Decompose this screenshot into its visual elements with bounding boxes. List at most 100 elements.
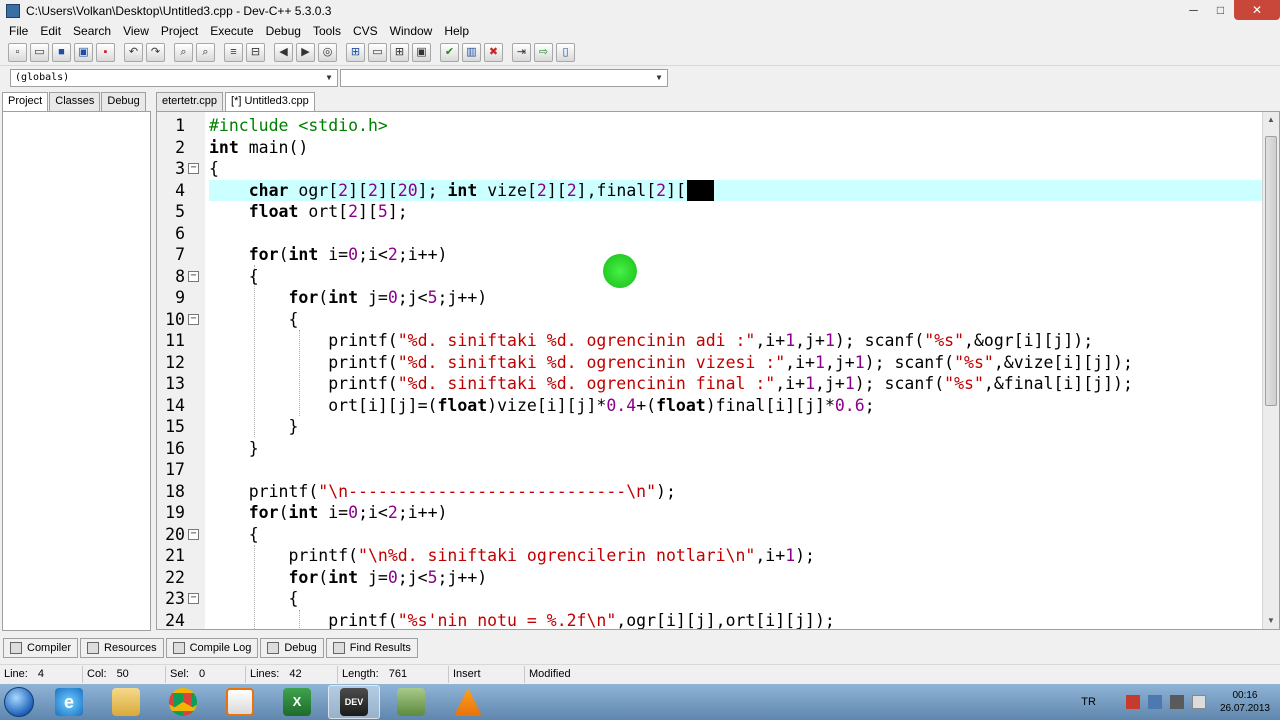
menu-edit[interactable]: Edit [34,24,67,38]
fold-toggle-icon[interactable]: − [188,593,199,604]
taskbar-camtasia[interactable] [385,685,437,719]
tab-classes[interactable]: Classes [49,92,101,111]
exit-icon[interactable]: ⇥ [512,43,531,62]
code-line[interactable]: 16 } [165,438,1262,460]
tab-untitled3[interactable]: [*] Untitled3.cpp [225,92,315,111]
code-line[interactable]: 18 printf("\n---------------------------… [165,481,1262,503]
clock[interactable]: 00:16 26.07.2013 [1220,689,1270,715]
goto-line-icon[interactable]: ≡ [224,43,243,62]
code-line[interactable]: 20− { [165,524,1262,546]
volume-icon[interactable] [1191,695,1206,709]
code-line[interactable]: 2 int main() [175,137,1262,159]
close-file-icon[interactable]: ▪ [96,43,115,62]
tab-compile-log[interactable]: Compile Log [165,638,259,658]
code-line[interactable]: 12 printf("%d. siniftaki %d. ogrencinin … [165,352,1262,374]
code-line[interactable]: 6 [175,223,1262,245]
code-line[interactable]: 15 } [165,416,1262,438]
fold-toggle-icon[interactable]: − [188,163,199,174]
code-line[interactable]: 4 char ogr[2][2][20]; int vize[2][2],fin… [175,179,1262,201]
menu-window[interactable]: Window [384,24,439,38]
save-icon[interactable]: ■ [52,43,71,62]
fold-toggle-icon[interactable]: − [188,313,199,325]
code-line[interactable]: 10− { [165,309,1262,331]
code-line[interactable]: 17 [165,459,1262,481]
taskbar-excel[interactable]: X [271,685,323,719]
flag-icon[interactable] [1147,695,1162,709]
tab-find-results[interactable]: Find Results [325,638,418,658]
project-options-icon[interactable]: ▣ [412,43,431,62]
vertical-scrollbar[interactable]: ▲ ▼ [1262,112,1279,629]
compile-icon[interactable]: ✔ [440,43,459,62]
scope-dropdown[interactable]: (globals) ▼ [10,69,338,87]
menu-search[interactable]: Search [67,24,117,38]
code-line[interactable]: 24 printf("%s'nin notu = %.2f\n",ogr[i][… [165,610,1262,630]
tab-etertetr[interactable]: etertetr.cpp [156,92,224,111]
menu-file[interactable]: File [3,24,34,38]
taskbar-ie[interactable]: e [43,685,95,719]
fold-toggle-icon[interactable]: − [188,528,199,540]
new-project-icon[interactable]: ⊞ [346,43,365,62]
scroll-up-icon[interactable]: ▲ [1263,112,1279,128]
save-all-icon[interactable]: ▣ [74,43,93,62]
maximize-button[interactable]: □ [1207,0,1234,20]
member-dropdown[interactable]: ▼ [340,69,668,87]
new-file-icon[interactable]: ▫ [8,43,27,62]
tab-debug[interactable]: Debug [101,92,146,111]
menu-tools[interactable]: Tools [307,24,347,38]
start-button[interactable] [0,684,38,720]
close-button[interactable]: ✕ [1234,0,1280,20]
code-line[interactable]: 1 #include <stdio.h> [175,115,1262,137]
tab-compiler[interactable]: Compiler [3,638,79,658]
redo-icon[interactable]: ↷ [146,43,165,62]
network-error-icon[interactable] [1125,695,1140,709]
code-area[interactable]: 1 #include <stdio.h> 2 int main() 3−{4 char … [165,115,1262,630]
code-line[interactable]: 5 float ort[2][5]; [175,201,1262,223]
code-line[interactable]: 14 ort[i][j]=(float)vize[i][j]*0.4+(floa… [165,395,1262,417]
tab-resources[interactable]: Resources [80,638,164,658]
menu-debug[interactable]: Debug [260,24,307,38]
scrollbar-thumb[interactable] [1265,136,1277,406]
menu-help[interactable]: Help [438,24,475,38]
tab-project[interactable]: Project [2,92,49,111]
taskbar-explorer[interactable] [100,685,152,719]
code-line[interactable]: 9 for(int j=0;j<5;j++) [175,287,1262,309]
code-line[interactable]: 22 for(int j=0;j<5;j++) [165,567,1262,589]
unindent-icon[interactable]: ▶ [296,43,315,62]
tab-debug-bottom[interactable]: Debug [260,638,324,658]
code-line[interactable]: 21 printf("\n%d. siniftaki ogrencilerin … [165,545,1262,567]
indent-icon[interactable]: ◀ [274,43,293,62]
replace-icon[interactable]: ⌕ [196,43,215,62]
language-indicator[interactable]: TR [1081,696,1096,708]
open-file-icon[interactable]: ▭ [30,43,49,62]
run-icon[interactable]: ⇨ [534,43,553,62]
menu-cvs[interactable]: CVS [347,24,384,38]
code-line[interactable]: 3−{ [175,158,1262,180]
info-icon[interactable]: ▯ [556,43,575,62]
code-line[interactable]: 13 printf("%d. siniftaki %d. ogrencinin … [165,373,1262,395]
code-line[interactable]: 7 for(int i=0;i<2;i++) [175,244,1262,266]
project-tree[interactable] [2,111,151,631]
code-editor[interactable]: 1 #include <stdio.h> 2 int main() 3−{4 char … [156,111,1280,630]
find-icon[interactable]: ⌕ [174,43,193,62]
remove-from-project-icon[interactable]: ⊞ [390,43,409,62]
chart-icon[interactable]: ▥ [462,43,481,62]
scroll-down-icon[interactable]: ▼ [1263,613,1279,629]
add-to-project-icon[interactable]: ▭ [368,43,387,62]
code-line[interactable]: 8− { [175,266,1262,288]
minimize-button[interactable]: ─ [1180,0,1207,20]
menu-execute[interactable]: Execute [204,24,259,38]
menu-project[interactable]: Project [155,24,204,38]
code-line[interactable]: 19 for(int i=0;i<2;i++) [165,502,1262,524]
code-line[interactable]: 11 printf("%d. siniftaki %d. ogrencinin … [165,330,1262,352]
bookmark-icon[interactable]: ⊟ [246,43,265,62]
network-icon[interactable] [1169,695,1184,709]
toggle-comment-icon[interactable]: ◎ [318,43,337,62]
fold-toggle-icon[interactable]: − [188,270,199,282]
code-line[interactable]: 23− { [165,588,1262,610]
taskbar-vlc[interactable] [442,685,494,719]
stop-icon[interactable]: ✖ [484,43,503,62]
undo-icon[interactable]: ↶ [124,43,143,62]
taskbar-devcpp[interactable]: DEV [328,685,380,719]
taskbar-chrome[interactable] [157,685,209,719]
taskbar-media[interactable] [214,685,266,719]
